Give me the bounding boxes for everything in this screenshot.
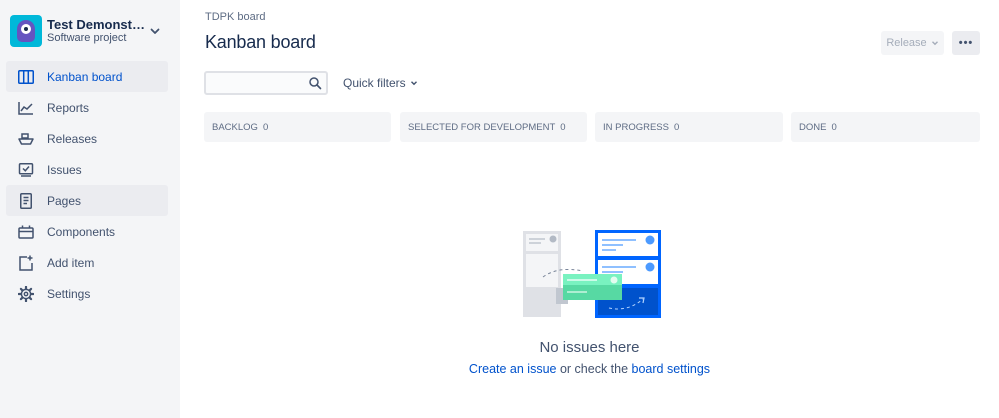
column-header-selected-for-development: SELECTED FOR DEVELOPMENT 0: [400, 112, 587, 142]
sidebar-item-label: Pages: [47, 193, 82, 208]
sidebar-item-add-item[interactable]: Add item: [6, 247, 168, 278]
sidebar-item-label: Components: [47, 224, 116, 239]
search-input[interactable]: [204, 71, 328, 95]
sidebar-item-label: Kanban board: [47, 69, 123, 84]
component-icon: [17, 223, 35, 241]
ship-icon: [17, 130, 35, 148]
project-name: Test Demonstra...: [47, 17, 147, 32]
empty-board-illustration: [523, 230, 661, 318]
column-count: 0: [560, 121, 566, 133]
sidebar-item-issues[interactable]: Issues: [6, 154, 168, 185]
issues-icon: [17, 161, 35, 179]
more-actions-button[interactable]: •••: [952, 31, 980, 55]
gear-icon: [17, 285, 35, 303]
search-icon: [309, 77, 322, 90]
chevron-down-icon: [931, 41, 938, 46]
sidebar-item-reports[interactable]: Reports: [6, 92, 168, 123]
column-count: 0: [674, 121, 680, 133]
sidebar-item-label: Add item: [47, 255, 95, 270]
column-name: IN PROGRESS: [603, 121, 669, 133]
sidebar-item-components[interactable]: Components: [6, 216, 168, 247]
board-icon: [17, 68, 35, 86]
column-header-in-progress: IN PROGRESS 0: [595, 112, 783, 142]
column-count: 0: [831, 121, 837, 133]
project-type: Software project: [47, 32, 127, 44]
sidebar-item-kanban-board[interactable]: Kanban board: [6, 61, 168, 92]
sidebar-item-label: Releases: [47, 131, 98, 146]
project-avatar: [10, 15, 42, 47]
page-title: Kanban board: [205, 32, 316, 52]
project-header[interactable]: Test Demonstra... Software project: [10, 14, 170, 48]
column-header-done: DONE 0: [791, 112, 980, 142]
empty-state-message: Create an issue or check the board setti…: [180, 362, 999, 376]
release-button-label: Release: [886, 37, 927, 49]
column-name: SELECTED FOR DEVELOPMENT: [408, 121, 556, 133]
sidebar-item-label: Reports: [47, 100, 90, 115]
sidebar-item-releases[interactable]: Releases: [6, 123, 168, 154]
column-header-backlog: BACKLOG 0: [204, 112, 391, 142]
sidebar-nav: Kanban board Reports Releases Issues Pag…: [6, 61, 168, 309]
sidebar-item-pages[interactable]: Pages: [6, 185, 168, 216]
column-count: 0: [262, 121, 269, 133]
empty-state-middle-text: or check the: [556, 362, 632, 376]
sidebar-item-label: Issues: [47, 162, 82, 177]
sidebar-item-label: Settings: [47, 286, 91, 301]
sidebar-item-settings[interactable]: Settings: [6, 278, 168, 309]
board-settings-link[interactable]: board settings: [632, 362, 711, 376]
column-name: BACKLOG: [212, 121, 258, 133]
column-name: DONE: [799, 121, 827, 133]
quick-filters-dropdown[interactable]: Quick filters: [343, 76, 418, 90]
empty-state-title: No issues here: [539, 339, 640, 356]
release-button[interactable]: Release: [881, 31, 944, 55]
breadcrumb[interactable]: TDPK board: [205, 11, 266, 23]
chevron-down-icon: [410, 81, 417, 86]
project-info: Test Demonstra... Software project: [47, 17, 147, 45]
page-icon: [17, 192, 35, 210]
reports-icon: [17, 99, 35, 117]
create-issue-link[interactable]: Create an issue: [469, 362, 557, 376]
chevron-down-icon[interactable]: [148, 24, 162, 38]
quick-filters-label: Quick filters: [343, 76, 406, 90]
add-item-icon: [17, 254, 35, 272]
